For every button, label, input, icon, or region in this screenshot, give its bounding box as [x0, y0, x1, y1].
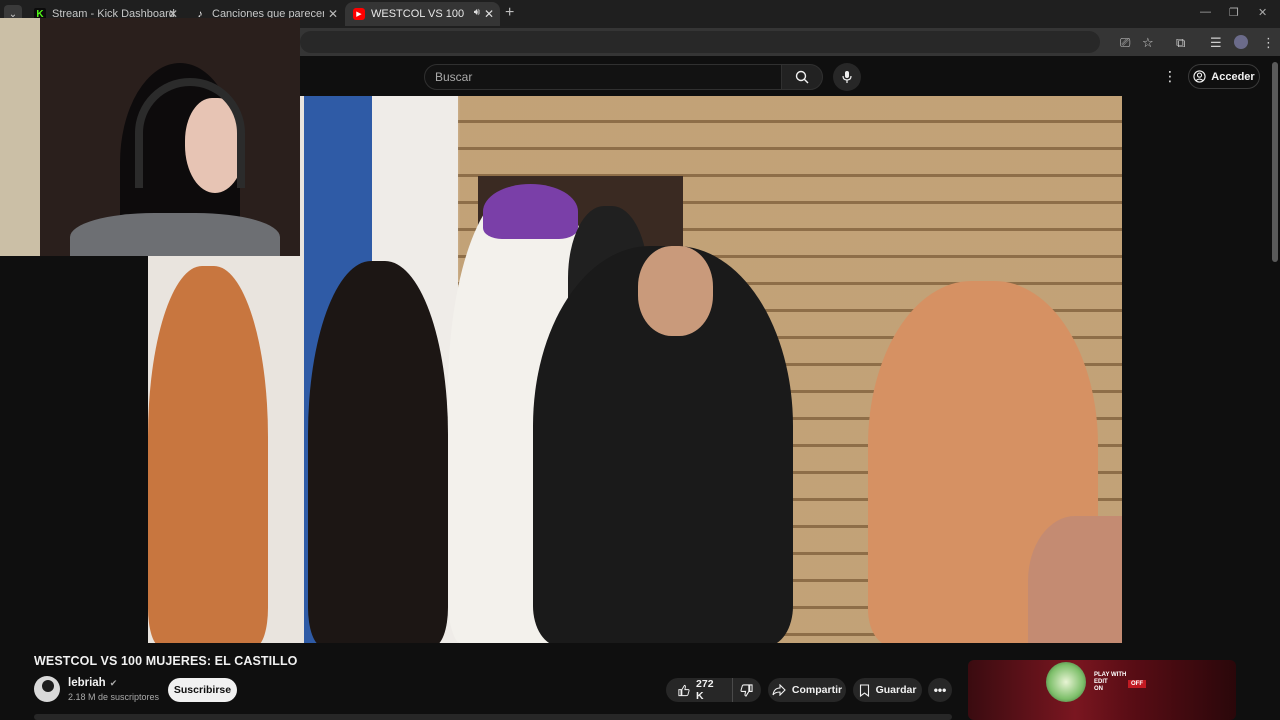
- youtube-icon: ▶: [353, 8, 365, 20]
- bookmark-star-icon[interactable]: ☆: [1142, 35, 1154, 51]
- channel-name: lebriah: [68, 677, 106, 689]
- like-button[interactable]: 272 K: [666, 678, 733, 702]
- save-button[interactable]: Guardar: [853, 678, 922, 702]
- thumbnail-text: OFF: [1128, 680, 1146, 688]
- cast-icon[interactable]: ⎚: [1120, 35, 1130, 51]
- share-button[interactable]: Compartir: [768, 678, 846, 702]
- video-person: [308, 261, 448, 643]
- headset-icon: [135, 78, 245, 188]
- tab-close-icon[interactable]: ✕: [484, 7, 494, 21]
- tab-close-icon[interactable]: ✕: [328, 7, 338, 21]
- video-person-face: [638, 246, 713, 336]
- microphone-icon: [842, 71, 852, 83]
- account-circle-icon: [1193, 70, 1206, 83]
- channel-avatar[interactable]: [34, 676, 60, 702]
- profile-avatar-icon[interactable]: [1234, 35, 1248, 49]
- dislike-button[interactable]: [733, 678, 761, 702]
- video-person-cap: [483, 184, 578, 239]
- new-tab-button[interactable]: +: [505, 4, 514, 22]
- recommended-video-thumbnail[interactable]: PLAY WITH EDIT ON OFF: [968, 660, 1236, 720]
- extensions-icon[interactable]: ⧉: [1176, 35, 1185, 51]
- reading-list-icon[interactable]: ☰: [1210, 35, 1222, 51]
- share-arrow-icon: [772, 684, 786, 696]
- subscribe-button[interactable]: Suscribirse: [168, 678, 237, 702]
- search-input[interactable]: Buscar: [424, 64, 782, 90]
- subscriber-count: 2.18 M de suscriptores: [68, 692, 160, 702]
- webcam-background-wall: [0, 18, 40, 256]
- browser-menu-icon[interactable]: ⋮: [1262, 35, 1275, 51]
- description-box-edge[interactable]: [34, 714, 952, 720]
- share-label: Compartir: [791, 684, 843, 696]
- signin-label: Acceder: [1211, 70, 1255, 83]
- webcam-streamer-shirt: [70, 213, 280, 256]
- more-actions-button[interactable]: •••: [928, 678, 952, 702]
- thumbnail-graphic: [1046, 662, 1086, 702]
- search-placeholder: Buscar: [435, 70, 473, 84]
- thumbs-down-icon: [740, 683, 754, 697]
- video-title: WESTCOL VS 100 MUJERES: EL CASTILLO: [34, 654, 298, 668]
- thumbnail-text: PLAY WITH EDIT ON: [1094, 672, 1127, 692]
- channel-name-link[interactable]: lebriah ✔: [68, 677, 117, 689]
- like-count: 272 K: [696, 678, 714, 702]
- address-bar[interactable]: [300, 31, 1100, 53]
- video-person: [1028, 516, 1122, 643]
- search-icon: [795, 70, 809, 84]
- signin-button[interactable]: Acceder: [1188, 64, 1260, 89]
- tab-youtube-video[interactable]: ▶ WESTCOL VS 100 MUJERES 🔊︎ ✕: [345, 2, 500, 26]
- video-person: [148, 266, 268, 643]
- like-dislike-group: 272 K: [666, 678, 761, 702]
- voice-search-button[interactable]: [833, 63, 861, 91]
- search-button[interactable]: [781, 64, 823, 90]
- thumbs-up-icon: [678, 684, 690, 696]
- speaker-icon[interactable]: 🔊︎: [474, 7, 480, 18]
- restore-icon[interactable]: ❐: [1229, 6, 1239, 19]
- bookmark-icon: [859, 683, 869, 697]
- settings-menu-icon[interactable]: ⋮: [1163, 68, 1177, 85]
- streamer-webcam-overlay: [0, 18, 300, 256]
- tab-label: WESTCOL VS 100 MUJERES: [371, 8, 467, 20]
- window-close-icon[interactable]: ✕: [1258, 6, 1267, 19]
- verified-badge-icon: ✔: [109, 677, 118, 688]
- minimize-icon[interactable]: —: [1200, 6, 1211, 18]
- save-label: Guardar: [875, 684, 917, 696]
- page-scrollbar[interactable]: [1272, 62, 1278, 262]
- right-panel-background: [1122, 96, 1280, 643]
- more-horizontal-icon: •••: [933, 683, 947, 697]
